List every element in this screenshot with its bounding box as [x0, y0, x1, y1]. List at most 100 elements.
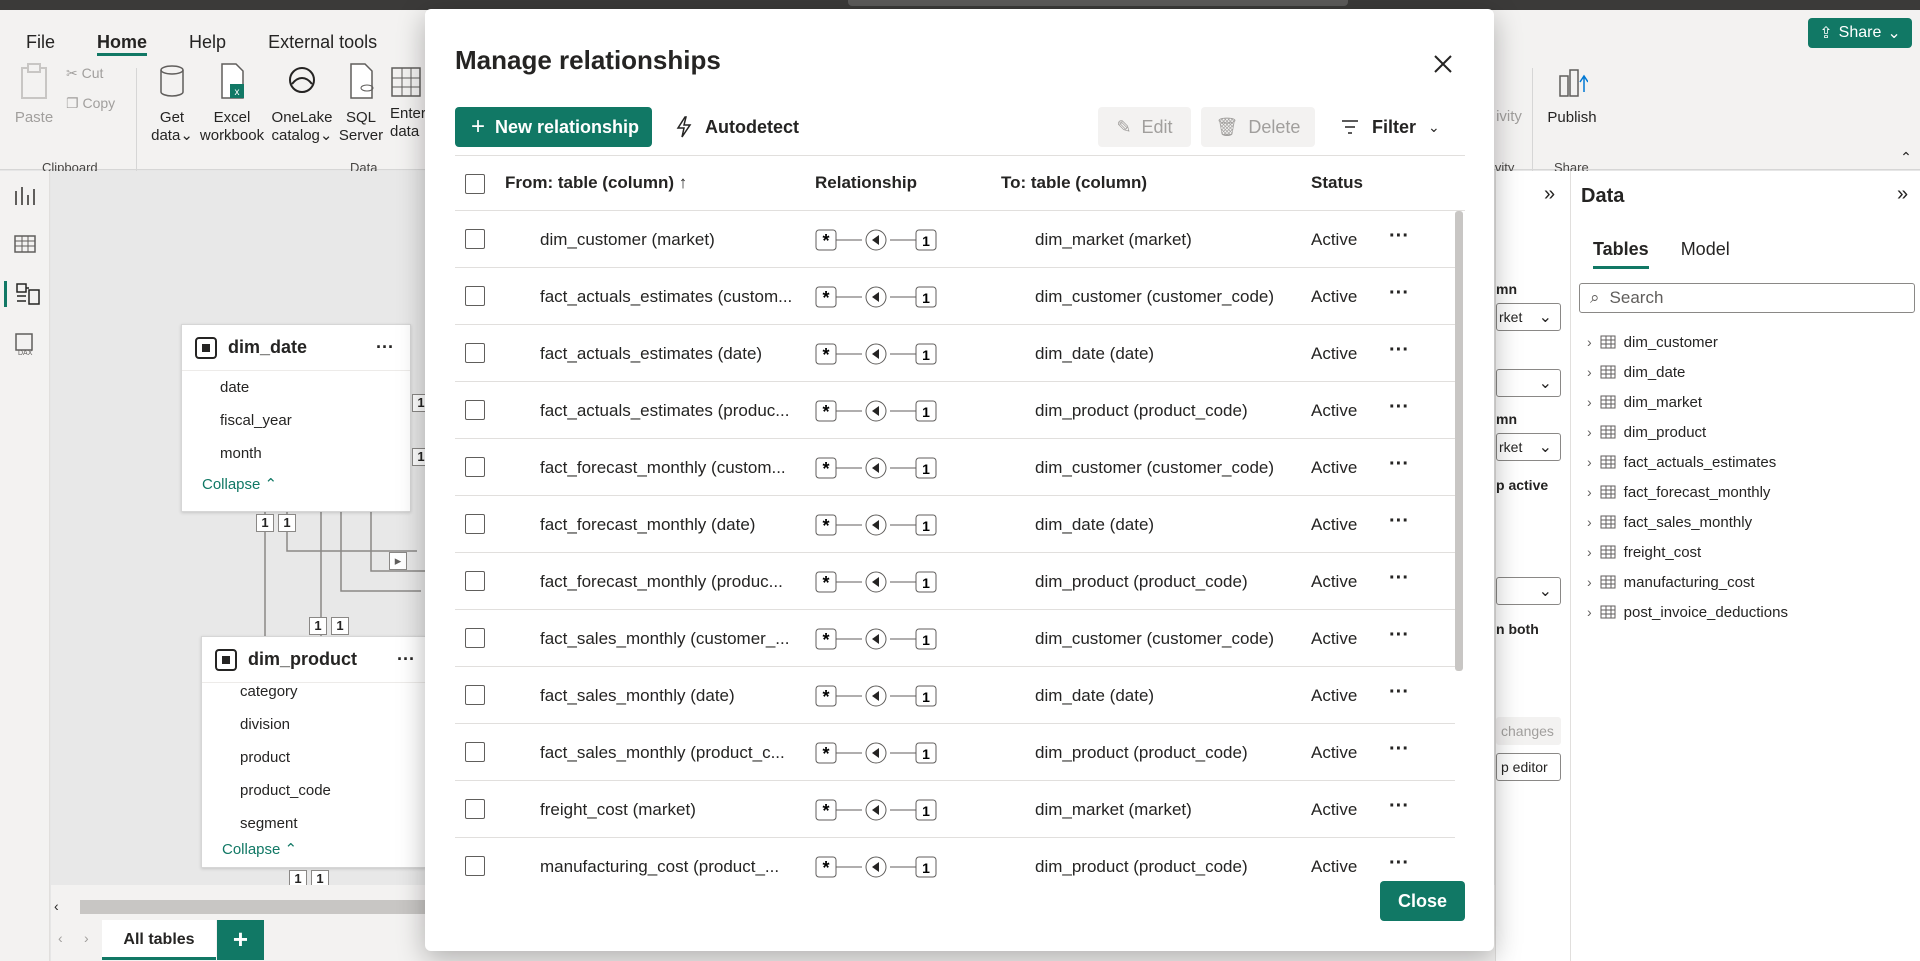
field-product-code[interactable]: product_code [202, 774, 425, 807]
scroll-left-icon[interactable]: ‹ [54, 898, 59, 914]
onelake-catalog-button[interactable]: OneLake catalog⌄ [268, 62, 336, 145]
to-column-header[interactable]: To: table (column) [1001, 173, 1147, 193]
tab-help[interactable]: Help [189, 22, 226, 56]
cut-button[interactable]: ✂ Cut [66, 64, 126, 82]
relationship-row[interactable]: fact_actuals_estimates (custom... * 1 dim_c… [455, 268, 1455, 325]
row-checkbox[interactable] [465, 685, 485, 705]
chevron-right-icon[interactable]: › [1587, 514, 1592, 530]
chevron-right-icon[interactable]: › [1587, 424, 1592, 440]
more-options-icon[interactable]: ··· [1389, 339, 1409, 362]
relationship-row[interactable]: fact_sales_monthly (date) * 1 dim_date (dat… [455, 667, 1455, 724]
relationship-row[interactable]: manufacturing_cost (product_... * 1 dim_pro… [455, 838, 1455, 881]
more-options-icon[interactable]: ··· [1389, 510, 1409, 533]
autodetect-button[interactable]: Autodetect [675, 107, 799, 147]
get-data-button[interactable]: Get data⌄ [146, 62, 198, 145]
row-checkbox[interactable] [465, 514, 485, 534]
to-column-dropdown[interactable]: rket ⌄ [1496, 433, 1561, 461]
row-checkbox[interactable] [465, 799, 485, 819]
data-table-item[interactable]: › dim_market [1587, 387, 1788, 417]
row-checkbox[interactable] [465, 628, 485, 648]
filter-button[interactable]: Filter ⌄ [1340, 107, 1440, 147]
chevron-right-icon[interactable]: › [1587, 454, 1592, 470]
field-segment[interactable]: segment [202, 807, 425, 835]
data-table-item[interactable]: › fact_forecast_monthly [1587, 477, 1788, 507]
share-button[interactable]: ⇪ Share ⌄ [1808, 18, 1912, 48]
relationship-row[interactable]: fact_sales_monthly (product_c... * 1 dim_pr… [455, 724, 1455, 781]
title-search-box[interactable] [848, 0, 1348, 6]
open-editor-button[interactable]: p editor [1496, 753, 1561, 781]
relationship-row[interactable]: fact_forecast_monthly (produc... * 1 dim_pr… [455, 553, 1455, 610]
publish-button[interactable]: Publish [1540, 62, 1604, 127]
more-options-icon[interactable]: ··· [1389, 795, 1409, 818]
data-table-item[interactable]: › dim_customer [1587, 327, 1788, 357]
more-options-icon[interactable]: ··· [1389, 567, 1409, 590]
relationship-row[interactable]: dim_customer (market) * 1 dim_market (marke… [455, 211, 1455, 268]
dim-product-card[interactable]: dim_product ··· category division produc… [201, 636, 426, 868]
select-all-checkbox[interactable] [465, 174, 485, 194]
collapse-link[interactable]: Collapse ⌃ [202, 835, 425, 865]
page-prev-icon[interactable]: ‹ [58, 930, 63, 946]
chevron-right-icon[interactable]: › [1587, 484, 1592, 500]
collapse-link[interactable]: Collapse ⌃ [182, 470, 410, 500]
relationship-row[interactable]: fact_forecast_monthly (custom... * 1 dim_cu… [455, 439, 1455, 496]
model-view-icon[interactable] [4, 281, 40, 307]
row-checkbox[interactable] [465, 343, 485, 363]
field-fiscal-year[interactable]: fiscal_year [182, 404, 410, 437]
close-button[interactable]: Close [1380, 881, 1465, 921]
status-column-header[interactable]: Status [1311, 173, 1363, 193]
chevron-right-icon[interactable]: › [1587, 364, 1592, 380]
sql-server-button[interactable]: SQL Server [338, 62, 384, 145]
relationship-row[interactable]: fact_forecast_monthly (date) * 1 dim_date (… [455, 496, 1455, 553]
enter-data-button[interactable]: Enter data [390, 62, 426, 141]
horizontal-scrollbar[interactable] [80, 900, 430, 914]
more-options-icon[interactable]: ··· [1389, 852, 1409, 875]
table-view-icon[interactable] [12, 231, 38, 257]
field-product[interactable]: product [202, 741, 425, 774]
dim-date-card[interactable]: dim_date ··· date fiscal_year month Coll… [181, 324, 411, 512]
chevron-right-icon[interactable]: › [1587, 334, 1592, 350]
data-table-item[interactable]: › fact_sales_monthly [1587, 507, 1788, 537]
more-options-icon[interactable]: ··· [1389, 681, 1409, 704]
chevron-right-icon[interactable]: › [1587, 574, 1592, 590]
edit-button[interactable]: ✎ Edit [1098, 107, 1191, 147]
dax-query-view-icon[interactable]: DAX [12, 331, 38, 357]
page-next-icon[interactable]: › [84, 930, 89, 946]
row-checkbox[interactable] [465, 457, 485, 477]
data-table-item[interactable]: › fact_actuals_estimates [1587, 447, 1788, 477]
relationship-row[interactable]: fact_actuals_estimates (date) * 1 dim_date … [455, 325, 1455, 382]
data-table-item[interactable]: › manufacturing_cost [1587, 567, 1788, 597]
cardinality-dropdown[interactable]: ⌄ [1496, 369, 1561, 397]
chevron-right-icon[interactable]: › [1587, 394, 1592, 410]
paste-button[interactable]: Paste [14, 62, 54, 127]
new-relationship-button[interactable]: + New relationship [455, 107, 652, 147]
relationship-row[interactable]: freight_cost (market) * 1 dim_market (marke… [455, 781, 1455, 838]
chevron-right-icon[interactable]: › [1587, 604, 1592, 620]
copy-button[interactable]: ❐ Copy [66, 94, 126, 112]
delete-button[interactable]: 🗑 Delete [1201, 107, 1315, 147]
more-options-icon[interactable]: ··· [376, 337, 394, 358]
row-checkbox[interactable] [465, 856, 485, 876]
row-checkbox[interactable] [465, 286, 485, 306]
data-table-item[interactable]: › dim_date [1587, 357, 1788, 387]
relationship-row[interactable]: fact_sales_monthly (customer_... * 1 dim_cu… [455, 610, 1455, 667]
tab-home[interactable]: Home [97, 22, 148, 56]
tab-all-tables[interactable]: All tables [102, 920, 216, 960]
chevron-right-icon[interactable]: › [1587, 544, 1592, 560]
row-checkbox[interactable] [465, 229, 485, 249]
expand-pane-icon[interactable]: » [1544, 183, 1555, 206]
more-options-icon[interactable]: ··· [397, 649, 415, 670]
tab-model[interactable]: Model [1681, 239, 1730, 269]
data-table-item[interactable]: › freight_cost [1587, 537, 1788, 567]
row-checkbox[interactable] [465, 400, 485, 420]
field-date[interactable]: date [182, 371, 410, 404]
tab-file[interactable]: File [26, 22, 55, 56]
excel-workbook-button[interactable]: x Excel workbook [198, 62, 266, 145]
data-table-item[interactable]: › post_invoice_deductions [1587, 597, 1788, 627]
report-view-icon[interactable] [12, 183, 38, 209]
collapse-ribbon-icon[interactable]: ⌃ [1898, 148, 1914, 166]
data-search-input[interactable]: ⌕ Search [1579, 283, 1915, 313]
more-options-icon[interactable]: ··· [1389, 225, 1409, 248]
from-column-header[interactable]: From: table (column) ↑ [505, 173, 687, 193]
row-checkbox[interactable] [465, 742, 485, 762]
apply-changes-button[interactable]: changes [1496, 717, 1561, 745]
